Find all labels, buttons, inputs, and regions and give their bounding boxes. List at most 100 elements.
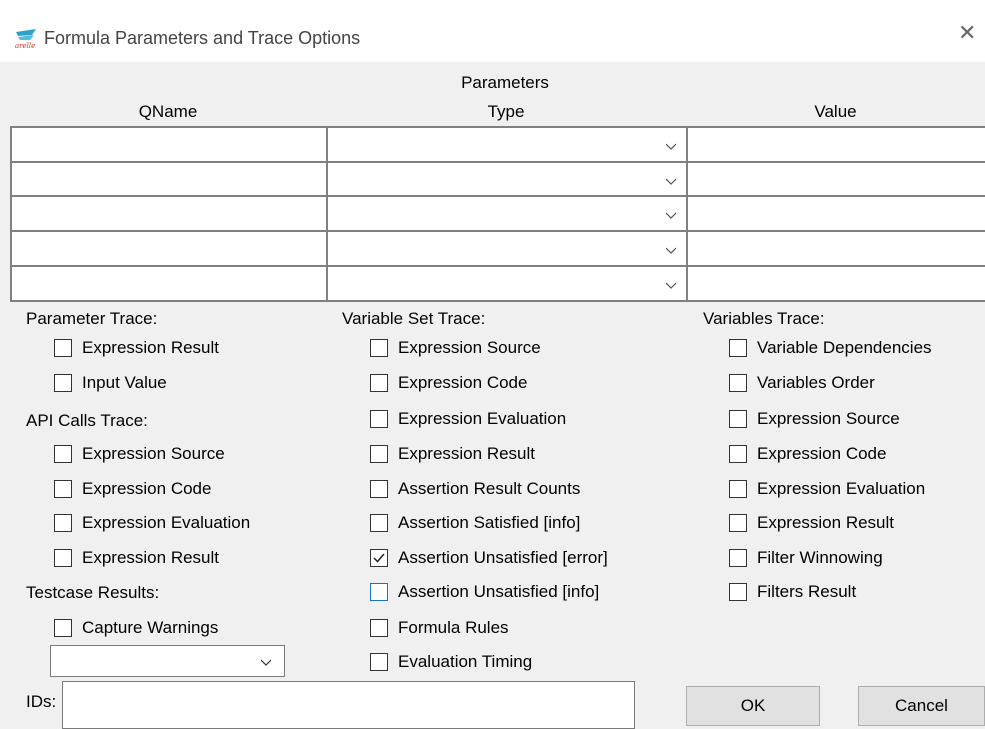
- chevron-down-icon: [261, 659, 271, 666]
- param-type-select[interactable]: [326, 265, 688, 302]
- capture-warnings-checkbox[interactable]: Capture Warnings: [54, 616, 218, 640]
- api-expression-source-checkbox[interactable]: Expression Source: [54, 442, 225, 466]
- param-value-input[interactable]: [686, 230, 985, 267]
- variables-trace-variables-order-checkbox[interactable]: Variables Order: [729, 371, 875, 395]
- cancel-button[interactable]: Cancel: [858, 686, 985, 726]
- checkbox-box[interactable]: [54, 374, 72, 392]
- variable-set-trace-assertion-unsatisfied-info-checkbox[interactable]: Assertion Unsatisfied [info]: [370, 580, 599, 604]
- variable-set-trace-formula-rules-checkbox[interactable]: Formula Rules: [370, 616, 509, 640]
- checkbox-box[interactable]: [370, 339, 388, 357]
- window-title: Formula Parameters and Trace Options: [44, 28, 361, 48]
- checkbox-box[interactable]: [729, 410, 747, 428]
- checkbox-box[interactable]: [54, 339, 72, 357]
- param-value-input[interactable]: [686, 265, 985, 302]
- checkbox-box[interactable]: [54, 480, 72, 498]
- checkbox-box[interactable]: [729, 514, 747, 532]
- variables-trace-expression-result-checkbox[interactable]: Expression Result: [729, 511, 894, 535]
- checkbox-box[interactable]: [370, 583, 388, 601]
- ids-input[interactable]: [62, 681, 635, 729]
- parameter-trace-expression-result-checkbox[interactable]: Expression Result: [54, 336, 219, 360]
- api-expression-evaluation-checkbox[interactable]: Expression Evaluation: [54, 511, 250, 535]
- checkbox-box[interactable]: [54, 549, 72, 567]
- checkbox-box[interactable]: [370, 514, 388, 532]
- parameter-trace-input-value-checkbox[interactable]: Input Value: [54, 371, 167, 395]
- variable-set-trace-assertion-satisfied-info-checkbox[interactable]: Assertion Satisfied [info]: [370, 511, 580, 535]
- chevron-down-icon: [666, 212, 676, 219]
- close-icon[interactable]: ✕: [958, 22, 976, 44]
- param-qname-input[interactable]: [10, 230, 328, 267]
- api-expression-result-checkbox[interactable]: Expression Result: [54, 546, 219, 570]
- variable-set-trace-expression-code-checkbox[interactable]: Expression Code: [370, 371, 527, 395]
- checkbox-box[interactable]: [370, 374, 388, 392]
- checkbox-label: Expression Result: [398, 444, 536, 463]
- chevron-down-icon: [666, 282, 676, 289]
- checkbox-label: Expression Evaluation: [398, 409, 567, 428]
- checkbox-box[interactable]: [729, 374, 747, 392]
- checkbox-box[interactable]: [370, 619, 388, 637]
- param-type-select[interactable]: [326, 230, 688, 267]
- checkbox-label: Expression Code: [398, 373, 528, 392]
- checkbox-label: Assertion Unsatisfied [info]: [398, 582, 600, 601]
- variable-set-trace-evaluation-timing-checkbox[interactable]: Evaluation Timing: [370, 650, 532, 674]
- chevron-down-icon: [666, 247, 676, 254]
- variables-trace-label: Variables Trace:: [703, 309, 825, 328]
- checkbox-label: Capture Warnings: [82, 618, 219, 637]
- param-type-select[interactable]: [326, 126, 688, 163]
- variable-set-trace-expression-source-checkbox[interactable]: Expression Source: [370, 336, 541, 360]
- param-value-input[interactable]: [686, 161, 985, 198]
- ok-button[interactable]: OK: [686, 686, 820, 726]
- testcase-results-label: Testcase Results:: [26, 583, 160, 602]
- chevron-down-icon: [666, 143, 676, 150]
- param-type-select[interactable]: [326, 195, 688, 232]
- checkbox-label: Expression Evaluation: [82, 513, 251, 532]
- variables-trace-expression-source-checkbox[interactable]: Expression Source: [729, 407, 900, 431]
- checkbox-box[interactable]: [370, 445, 388, 463]
- arelle-app-icon: arelle: [15, 29, 36, 50]
- param-qname-input[interactable]: [10, 195, 328, 232]
- column-header-type: Type: [487, 102, 525, 121]
- variable-set-trace-assertion-unsatisfied-error-checkbox[interactable]: Assertion Unsatisfied [error]: [370, 546, 608, 570]
- checkbox-label: Expression Code: [82, 479, 212, 498]
- param-value-input[interactable]: [686, 126, 985, 163]
- checkbox-label: Evaluation Timing: [398, 652, 533, 671]
- variables-trace-variable-dependencies-checkbox[interactable]: Variable Dependencies: [729, 336, 932, 360]
- checkbox-box[interactable]: [370, 549, 388, 567]
- param-qname-input[interactable]: [10, 265, 328, 302]
- checkbox-box[interactable]: [729, 583, 747, 601]
- param-type-select[interactable]: [326, 161, 688, 198]
- checkbox-box[interactable]: [370, 653, 388, 671]
- parameters-title: Parameters: [461, 73, 549, 92]
- api-calls-trace-label: API Calls Trace:: [26, 411, 148, 430]
- variables-trace-filters-result-checkbox[interactable]: Filters Result: [729, 580, 856, 604]
- parameter-trace-label: Parameter Trace:: [26, 309, 158, 328]
- param-qname-input[interactable]: [10, 161, 328, 198]
- title-bar: arelle Formula Parameters and Trace Opti…: [0, 0, 985, 62]
- checkbox-box[interactable]: [54, 619, 72, 637]
- checkbox-label: Expression Result: [82, 338, 220, 357]
- svg-text:arelle: arelle: [15, 42, 35, 50]
- checkbox-box[interactable]: [729, 445, 747, 463]
- variable-set-trace-assertion-result-counts-checkbox[interactable]: Assertion Result Counts: [370, 477, 580, 501]
- checkbox-box[interactable]: [729, 480, 747, 498]
- param-value-input[interactable]: [686, 195, 985, 232]
- checkbox-box[interactable]: [729, 339, 747, 357]
- variable-set-trace-expression-evaluation-checkbox[interactable]: Expression Evaluation: [370, 407, 566, 431]
- checkbox-box[interactable]: [370, 410, 388, 428]
- api-expression-code-checkbox[interactable]: Expression Code: [54, 477, 211, 501]
- variable-set-trace-expression-result-checkbox[interactable]: Expression Result: [370, 442, 535, 466]
- checkbox-label: Filter Winnowing: [757, 548, 883, 567]
- checkbox-label: Input Value: [82, 373, 167, 392]
- checkbox-label: Expression Source: [398, 338, 541, 357]
- variables-trace-expression-evaluation-checkbox[interactable]: Expression Evaluation: [729, 477, 925, 501]
- checkbox-box[interactable]: [54, 445, 72, 463]
- variables-trace-expression-code-checkbox[interactable]: Expression Code: [729, 442, 886, 466]
- checkbox-box[interactable]: [729, 549, 747, 567]
- column-header-value: Value: [814, 102, 857, 121]
- checkbox-label: Variable Dependencies: [757, 338, 932, 357]
- testcase-results-select[interactable]: [50, 645, 285, 677]
- variables-trace-filter-winnowing-checkbox[interactable]: Filter Winnowing: [729, 546, 883, 570]
- checkbox-label: Expression Source: [757, 409, 900, 428]
- checkbox-box[interactable]: [54, 514, 72, 532]
- checkbox-box[interactable]: [370, 480, 388, 498]
- param-qname-input[interactable]: [10, 126, 328, 163]
